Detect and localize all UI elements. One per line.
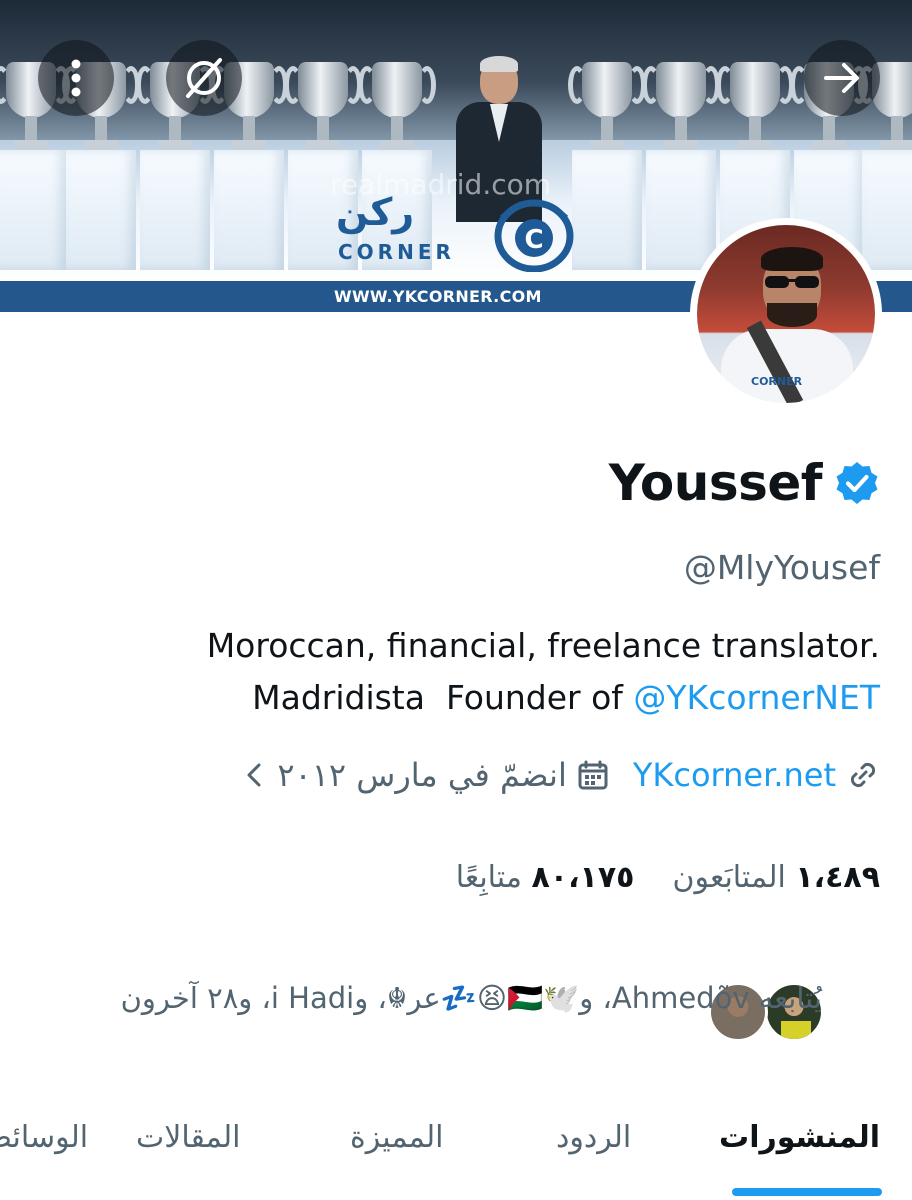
real-madrid-crest-icon: C — [494, 199, 574, 272]
grok-icon — [186, 58, 222, 98]
followers-label: المتابَعون — [672, 860, 786, 895]
logo-arabic-text: ركن — [336, 190, 415, 234]
following-count: ٨٠،١٧٥ — [531, 860, 635, 895]
ykcorner-logo: ركن CORNER C — [330, 190, 590, 274]
profile-stats: ١،٤٨٩ المتابَعون ٨٠،١٧٥ متابِعًا — [456, 860, 880, 895]
tab-media[interactable]: الوسائط — [0, 1120, 88, 1155]
tab-replies[interactable]: الردود — [556, 1120, 631, 1155]
avatar-logo: CORNER — [751, 375, 803, 388]
bio-line-2: Madridista Founder of @YKcornerNET — [120, 672, 880, 724]
chevron-left-icon[interactable] — [241, 760, 267, 790]
profile-avatar[interactable]: CORNER — [690, 218, 882, 410]
bio-text: Madridista Founder of — [252, 678, 634, 717]
verified-badge-icon[interactable] — [834, 460, 880, 506]
banner-url-text: WWW.YKCORNER.COM — [334, 287, 542, 306]
tab-articles[interactable]: المقالات — [136, 1120, 241, 1155]
bio-line-1: Moroccan, financial, freelance translato… — [206, 626, 880, 665]
profile-meta-row: YKcorner.net انضمّ في مارس ٢٠١٢ — [241, 756, 880, 794]
logo-corner-text: CORNER — [338, 240, 455, 264]
trophy-image — [642, 40, 720, 270]
profile-bio: Moroccan, financial, freelance translato… — [120, 620, 880, 724]
website-link[interactable]: YKcorner.net — [633, 756, 836, 794]
more-vertical-icon — [71, 59, 81, 97]
tab-posts[interactable]: المنشورات — [719, 1120, 880, 1155]
joined-date: انضمّ في مارس ٢٠١٢ — [277, 756, 567, 794]
profile-tabs: المنشورات الردود المميزة المقالات الوسائ… — [0, 1098, 912, 1200]
arrow-left-icon — [824, 63, 859, 93]
more-options-button[interactable] — [38, 40, 114, 116]
calendar-icon — [578, 760, 608, 790]
back-button[interactable] — [804, 40, 880, 116]
profile-handle: @MlyYousef — [683, 548, 880, 587]
tab-highlights[interactable]: المميزة — [350, 1120, 444, 1155]
following-label: متابِعًا — [455, 860, 522, 895]
followers-count: ١،٤٨٩ — [795, 860, 880, 895]
grok-button[interactable] — [166, 40, 242, 116]
display-name: Youssef — [608, 454, 823, 512]
svg-text:C: C — [524, 225, 543, 255]
followers-link[interactable]: ١،٤٨٩ المتابَعون — [672, 860, 880, 895]
following-link[interactable]: ٨٠،١٧٥ متابِعًا — [456, 860, 635, 895]
active-tab-indicator — [732, 1188, 882, 1196]
bio-mention-link[interactable]: @YKcornerNET — [633, 678, 880, 717]
link-icon — [850, 762, 876, 788]
profile-name-row: Youssef — [609, 454, 880, 512]
avatar-photo: CORNER — [697, 225, 875, 403]
followed-by-text[interactable]: يُتابعه Ahmedõv، و🕊️🇵🇸😫💤عر☬، وi Hadi، و٢… — [102, 976, 822, 1020]
